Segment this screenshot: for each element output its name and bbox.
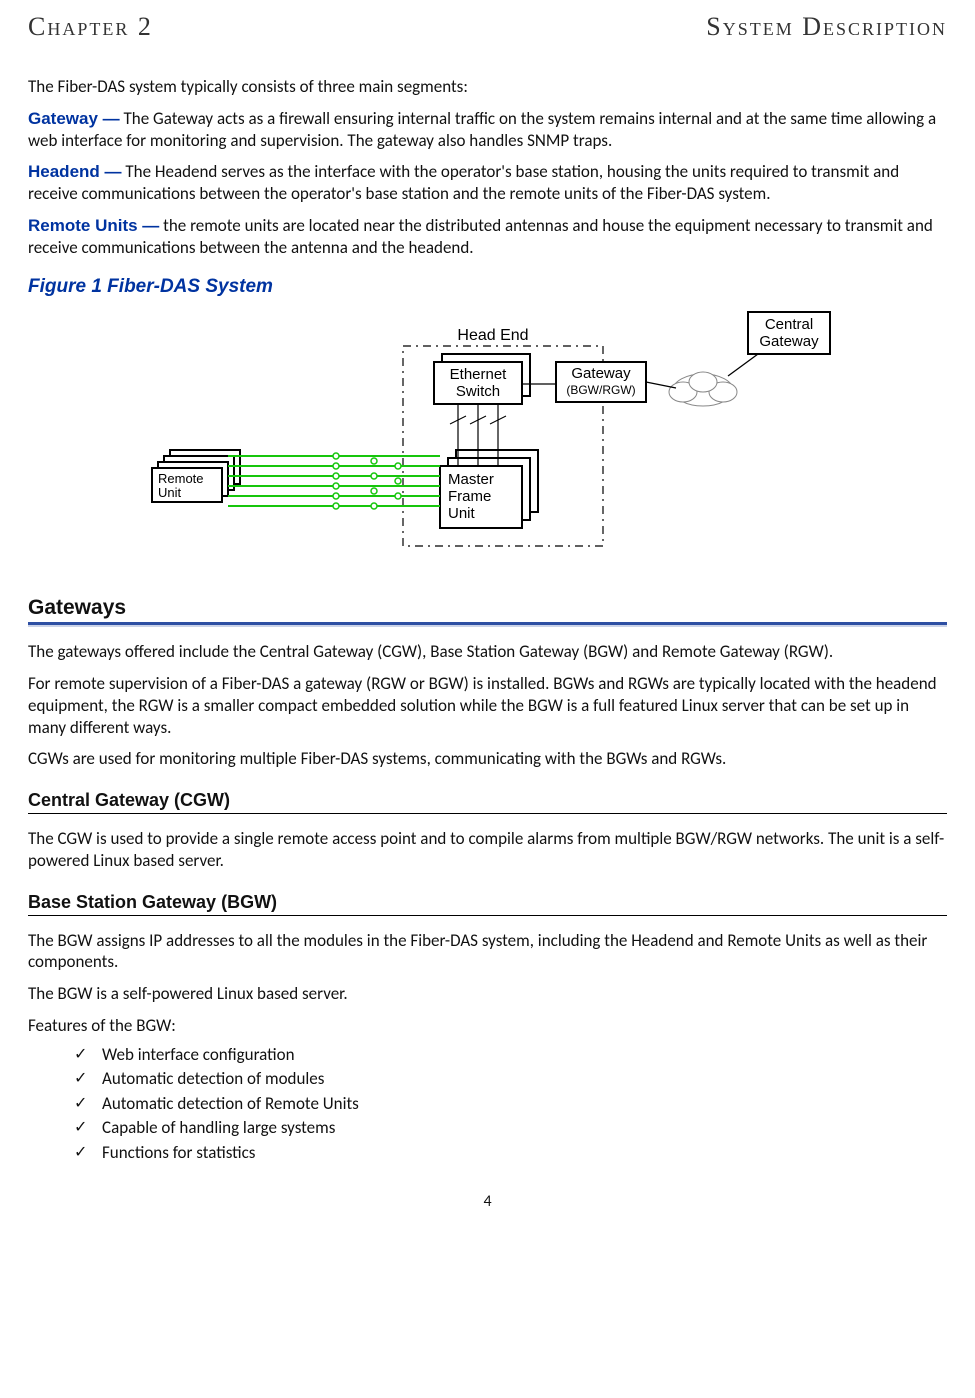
headend-text: The Headend serves as the interface with… [28, 161, 899, 204]
running-header: Chapter 2 System Description [28, 12, 947, 42]
headend-label: Headend — [28, 162, 122, 181]
bgw-features-intro: Features of the BGW: [28, 1015, 947, 1037]
bgw-feature-item: Capable of handling large systems [74, 1116, 947, 1141]
diagram-remote-2: Unit [158, 485, 182, 500]
diagram-gateway-2: (BGW/RGW) [566, 383, 635, 397]
cgw-para: The CGW is used to provide a single remo… [28, 828, 947, 872]
remote-text: the remote units are located near the di… [28, 215, 933, 258]
gateway-text: The Gateway acts as a firewall ensuring … [28, 108, 936, 151]
diagram-mfu-2: Frame [448, 488, 491, 505]
bgw-feature-item: Web interface configuration [74, 1043, 947, 1068]
cgw-rule [28, 813, 947, 814]
intro-text: The Fiber-DAS system typically consists … [28, 76, 947, 98]
bgw-feature-list: Web interface configuration Automatic de… [74, 1043, 947, 1166]
figure-diagram: Head End Ethernet Switch Gateway (BGW/RG… [98, 306, 878, 566]
diagram-central-2: Gateway [759, 333, 819, 350]
bgw-heading: Base Station Gateway (BGW) [28, 892, 947, 913]
diagram-headend-label: Head End [457, 327, 528, 344]
header-left: Chapter 2 [28, 12, 153, 42]
remote-label: Remote Units — [28, 216, 159, 235]
diagram-gateway-1: Gateway [571, 365, 631, 382]
diagram-ethernet-2: Switch [455, 383, 499, 400]
figure-caption: Figure 1 Fiber-DAS System [28, 276, 947, 298]
gateways-heading: Gateways [28, 596, 947, 620]
diagram-central-1: Central [764, 316, 812, 333]
diagram-remote-1: Remote [158, 471, 204, 486]
bgw-feature-item: Functions for statistics [74, 1141, 947, 1166]
gateways-p3: CGWs are used for monitoring multiple Fi… [28, 748, 947, 770]
gateways-rule [28, 622, 947, 625]
header-right: System Description [706, 12, 947, 42]
segment-headend: Headend — The Headend serves as the inte… [28, 161, 947, 205]
bgw-feature-item: Automatic detection of Remote Units [74, 1092, 947, 1117]
segment-remote: Remote Units — the remote units are loca… [28, 215, 947, 259]
bgw-rule [28, 915, 947, 916]
page-number: 4 [28, 1192, 947, 1211]
diagram-ethernet-1: Ethernet [449, 366, 507, 383]
gateways-p1: The gateways offered include the Central… [28, 641, 947, 663]
bgw-feature-item: Automatic detection of modules [74, 1067, 947, 1092]
bgw-p2: The BGW is a self-powered Linux based se… [28, 983, 947, 1005]
gateway-label: Gateway — [28, 109, 120, 128]
cgw-heading: Central Gateway (CGW) [28, 790, 947, 811]
diagram-mfu-1: Master [448, 471, 494, 488]
bgw-p1: The BGW assigns IP addresses to all the … [28, 930, 947, 974]
segment-gateway: Gateway — The Gateway acts as a firewall… [28, 108, 947, 152]
diagram-mfu-3: Unit [448, 505, 476, 522]
gateways-p2: For remote supervision of a Fiber-DAS a … [28, 673, 947, 738]
